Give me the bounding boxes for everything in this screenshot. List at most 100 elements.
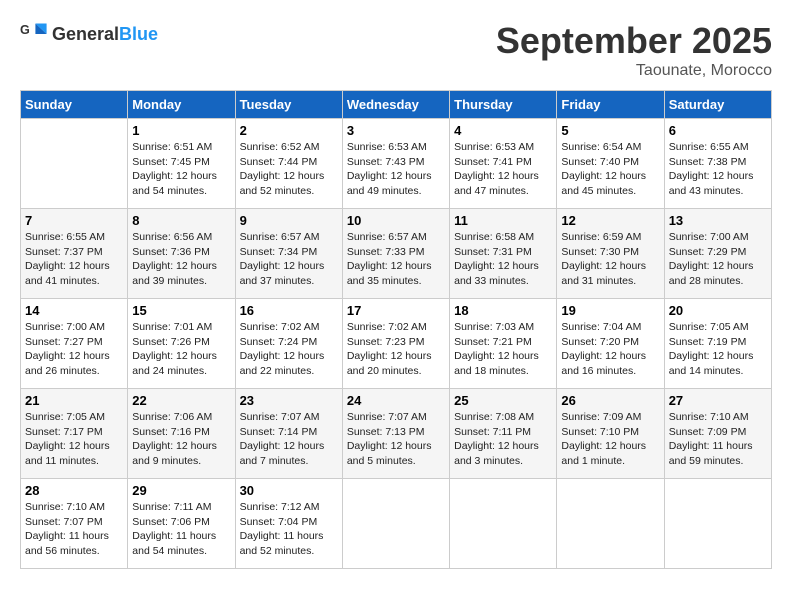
weekday-header: Monday — [128, 91, 235, 119]
calendar-cell: 22 Sunrise: 7:06 AM Sunset: 7:16 PM Dayli… — [128, 389, 235, 479]
calendar-cell: 14 Sunrise: 7:00 AM Sunset: 7:27 PM Dayli… — [21, 299, 128, 389]
calendar-cell: 24Sunrise: 7:07 AM Sunset: 7:13 PM Dayli… — [342, 389, 449, 479]
logo-blue: Blue — [119, 24, 158, 44]
calendar-cell: 18 Sunrise: 7:03 AM Sunset: 7:21 PM Dayli… — [450, 299, 557, 389]
weekday-header: Wednesday — [342, 91, 449, 119]
day-info: Sunrise: 6:57 AM Sunset: 7:33 PM Dayligh… — [347, 230, 445, 289]
day-number: 14 — [25, 303, 123, 318]
calendar-cell: 4Sunrise: 6:53 AM Sunset: 7:41 PM Daylig… — [450, 119, 557, 209]
calendar-cell: 7 Sunrise: 6:55 AM Sunset: 7:37 PM Daylig… — [21, 209, 128, 299]
day-info: Sunrise: 6:59 AM Sunset: 7:30 PM Dayligh… — [561, 230, 659, 289]
weekday-header: Sunday — [21, 91, 128, 119]
calendar-cell: 28 Sunrise: 7:10 AM Sunset: 7:07 PM Dayli… — [21, 479, 128, 569]
title-block: September 2025 Taounate, Morocco — [496, 20, 772, 80]
calendar-cell: 29Sunrise: 7:11 AM Sunset: 7:06 PM Dayli… — [128, 479, 235, 569]
day-number: 11 — [454, 213, 552, 228]
day-number: 13 — [669, 213, 767, 228]
day-info: Sunrise: 7:05 AM Sunset: 7:17 PM Dayligh… — [25, 410, 123, 469]
calendar-cell: 13Sunrise: 7:00 AM Sunset: 7:29 PM Dayli… — [664, 209, 771, 299]
day-info: Sunrise: 6:53 AM Sunset: 7:43 PM Dayligh… — [347, 140, 445, 199]
calendar-cell — [21, 119, 128, 209]
day-info: Sunrise: 7:10 AM Sunset: 7:09 PM Dayligh… — [669, 410, 767, 469]
day-info: Sunrise: 7:07 AM Sunset: 7:13 PM Dayligh… — [347, 410, 445, 469]
calendar-cell: 27 Sunrise: 7:10 AM Sunset: 7:09 PM Dayli… — [664, 389, 771, 479]
calendar-cell — [557, 479, 664, 569]
day-number: 18 — [454, 303, 552, 318]
day-info: Sunrise: 7:00 AM Sunset: 7:27 PM Dayligh… — [25, 320, 123, 379]
calendar-header-row: SundayMondayTuesdayWednesdayThursdayFrid… — [21, 91, 772, 119]
day-number: 25 — [454, 393, 552, 408]
svg-text:G: G — [20, 23, 30, 37]
day-info: Sunrise: 6:58 AM Sunset: 7:31 PM Dayligh… — [454, 230, 552, 289]
calendar-week-row: 21 Sunrise: 7:05 AM Sunset: 7:17 PM Dayli… — [21, 389, 772, 479]
calendar-cell: 20Sunrise: 7:05 AM Sunset: 7:19 PM Dayli… — [664, 299, 771, 389]
calendar-cell: 3 Sunrise: 6:53 AM Sunset: 7:43 PM Daylig… — [342, 119, 449, 209]
day-info: Sunrise: 6:51 AM Sunset: 7:45 PM Dayligh… — [132, 140, 230, 199]
day-number: 29 — [132, 483, 230, 498]
day-number: 5 — [561, 123, 659, 138]
calendar-cell: 8 Sunrise: 6:56 AM Sunset: 7:36 PM Daylig… — [128, 209, 235, 299]
day-info: Sunrise: 6:54 AM Sunset: 7:40 PM Dayligh… — [561, 140, 659, 199]
calendar-cell: 6Sunrise: 6:55 AM Sunset: 7:38 PM Daylig… — [664, 119, 771, 209]
logo-general: General — [52, 24, 119, 44]
calendar-cell: 9 Sunrise: 6:57 AM Sunset: 7:34 PM Daylig… — [235, 209, 342, 299]
day-info: Sunrise: 7:06 AM Sunset: 7:16 PM Dayligh… — [132, 410, 230, 469]
day-info: Sunrise: 7:03 AM Sunset: 7:21 PM Dayligh… — [454, 320, 552, 379]
day-number: 6 — [669, 123, 767, 138]
day-info: Sunrise: 7:09 AM Sunset: 7:10 PM Dayligh… — [561, 410, 659, 469]
day-info: Sunrise: 6:52 AM Sunset: 7:44 PM Dayligh… — [240, 140, 338, 199]
weekday-header: Tuesday — [235, 91, 342, 119]
calendar-cell: 25 Sunrise: 7:08 AM Sunset: 7:11 PM Dayli… — [450, 389, 557, 479]
calendar-cell: 16 Sunrise: 7:02 AM Sunset: 7:24 PM Dayli… — [235, 299, 342, 389]
logo-icon: G — [20, 20, 48, 48]
calendar-cell — [450, 479, 557, 569]
day-info: Sunrise: 7:02 AM Sunset: 7:24 PM Dayligh… — [240, 320, 338, 379]
calendar-cell: 5 Sunrise: 6:54 AM Sunset: 7:40 PM Daylig… — [557, 119, 664, 209]
day-info: Sunrise: 7:10 AM Sunset: 7:07 PM Dayligh… — [25, 500, 123, 559]
day-number: 27 — [669, 393, 767, 408]
day-number: 1 — [132, 123, 230, 138]
day-number: 19 — [561, 303, 659, 318]
weekday-header: Saturday — [664, 91, 771, 119]
weekday-header: Friday — [557, 91, 664, 119]
day-number: 12 — [561, 213, 659, 228]
day-number: 2 — [240, 123, 338, 138]
day-number: 17 — [347, 303, 445, 318]
calendar-cell: 11 Sunrise: 6:58 AM Sunset: 7:31 PM Dayli… — [450, 209, 557, 299]
day-info: Sunrise: 6:55 AM Sunset: 7:37 PM Dayligh… — [25, 230, 123, 289]
day-info: Sunrise: 6:56 AM Sunset: 7:36 PM Dayligh… — [132, 230, 230, 289]
day-number: 3 — [347, 123, 445, 138]
day-number: 26 — [561, 393, 659, 408]
day-number: 23 — [240, 393, 338, 408]
day-number: 16 — [240, 303, 338, 318]
location: Taounate, Morocco — [496, 62, 772, 80]
calendar-cell: 30 Sunrise: 7:12 AM Sunset: 7:04 PM Dayli… — [235, 479, 342, 569]
page-header: G GeneralBlue September 2025 Taounate, M… — [20, 20, 772, 80]
day-info: Sunrise: 7:01 AM Sunset: 7:26 PM Dayligh… — [132, 320, 230, 379]
calendar-cell — [342, 479, 449, 569]
day-number: 28 — [25, 483, 123, 498]
day-info: Sunrise: 7:04 AM Sunset: 7:20 PM Dayligh… — [561, 320, 659, 379]
day-info: Sunrise: 7:02 AM Sunset: 7:23 PM Dayligh… — [347, 320, 445, 379]
day-info: Sunrise: 6:57 AM Sunset: 7:34 PM Dayligh… — [240, 230, 338, 289]
day-number: 22 — [132, 393, 230, 408]
calendar-cell: 2 Sunrise: 6:52 AM Sunset: 7:44 PM Daylig… — [235, 119, 342, 209]
month-title: September 2025 — [496, 20, 772, 62]
day-number: 21 — [25, 393, 123, 408]
day-number: 9 — [240, 213, 338, 228]
day-number: 7 — [25, 213, 123, 228]
calendar-cell: 26 Sunrise: 7:09 AM Sunset: 7:10 PM Dayli… — [557, 389, 664, 479]
day-number: 30 — [240, 483, 338, 498]
calendar-table: SundayMondayTuesdayWednesdayThursdayFrid… — [20, 90, 772, 569]
day-number: 8 — [132, 213, 230, 228]
day-info: Sunrise: 7:05 AM Sunset: 7:19 PM Dayligh… — [669, 320, 767, 379]
calendar-cell: 21 Sunrise: 7:05 AM Sunset: 7:17 PM Dayli… — [21, 389, 128, 479]
day-info: Sunrise: 7:08 AM Sunset: 7:11 PM Dayligh… — [454, 410, 552, 469]
day-number: 15 — [132, 303, 230, 318]
day-number: 10 — [347, 213, 445, 228]
logo: G GeneralBlue — [20, 20, 158, 48]
calendar-cell: 19 Sunrise: 7:04 AM Sunset: 7:20 PM Dayli… — [557, 299, 664, 389]
calendar-cell: 10 Sunrise: 6:57 AM Sunset: 7:33 PM Dayli… — [342, 209, 449, 299]
calendar-week-row: 14 Sunrise: 7:00 AM Sunset: 7:27 PM Dayli… — [21, 299, 772, 389]
day-info: Sunrise: 7:12 AM Sunset: 7:04 PM Dayligh… — [240, 500, 338, 559]
